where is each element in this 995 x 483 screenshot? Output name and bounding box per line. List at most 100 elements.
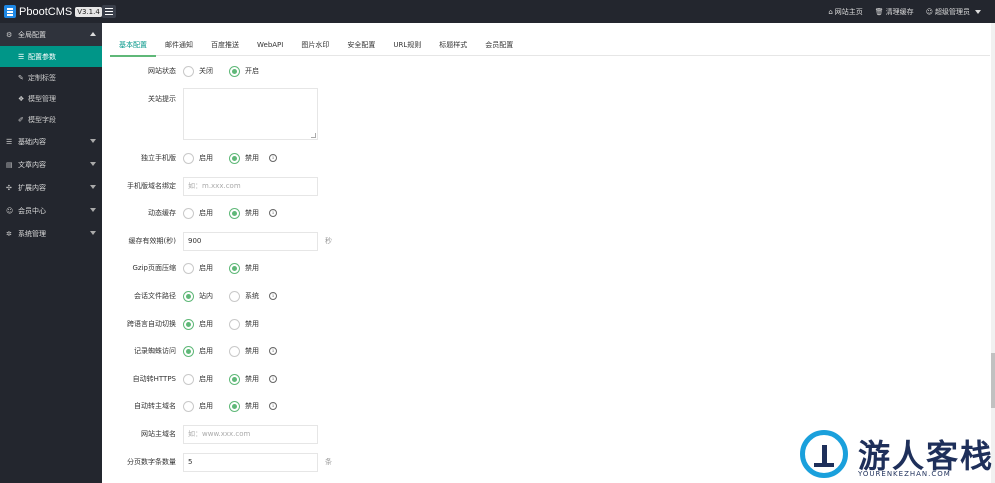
radio-circle-checked[interactable]	[183, 318, 194, 330]
user-menu[interactable]: ☺ 超级管理员	[926, 7, 981, 17]
sidebar-group-article-content[interactable]: ▤ 文章内容	[0, 153, 102, 176]
radio-circle[interactable]	[229, 290, 240, 302]
gear-icon: ⚙	[6, 30, 13, 39]
tab-image-watermark[interactable]: 图片水印	[292, 35, 338, 56]
radio-https-enable[interactable]: 启用	[183, 373, 213, 385]
form-row-auto-domain: 自动转主域名 启用 禁用 i	[110, 396, 810, 416]
top-links: ⌂ 网站主页 🗑 清理缓存 ☺ 超级管理员	[828, 0, 981, 23]
radio-circle[interactable]	[229, 345, 240, 357]
radio-label: 启用	[199, 320, 213, 328]
info-icon[interactable]: i	[269, 154, 277, 162]
tab-basic-config[interactable]: 基本配置	[110, 35, 156, 57]
radio-cache-enable[interactable]: 启用	[183, 207, 213, 219]
sidebar-item-label: 定制标签	[28, 73, 56, 82]
sidebar-group-member-center[interactable]: ☺ 会员中心	[0, 199, 102, 222]
radio-circle-checked[interactable]	[229, 207, 240, 219]
form-row-dynamic-cache: 动态缓存 启用 禁用 i	[110, 203, 810, 223]
sidebar-group-system-manage[interactable]: ✲ 系统管理	[0, 222, 102, 245]
home-link[interactable]: ⌂ 网站主页	[828, 7, 862, 17]
main-domain-input[interactable]: 如：www.xxx.com	[183, 424, 318, 444]
form-row-main-domain: 网站主域名 如：www.xxx.com	[110, 424, 810, 444]
sidebar-item-config-params[interactable]: ☰ 配置参数	[0, 46, 102, 67]
tab-baidu-push[interactable]: 百度推送	[202, 35, 248, 56]
radio-circle[interactable]	[183, 152, 194, 164]
menu-toggle-button[interactable]	[102, 5, 116, 18]
radio-circle[interactable]	[183, 262, 194, 274]
clear-cache-label: 清理缓存	[885, 7, 914, 16]
radio-site-open[interactable]: 开启	[229, 65, 259, 77]
cube-icon: ❖	[18, 94, 25, 103]
radio-lang-disable[interactable]: 禁用	[229, 318, 259, 330]
sidebar-group-label: 系统管理	[18, 229, 46, 238]
radio-circle[interactable]	[183, 373, 194, 385]
radio-spider-disable[interactable]: 禁用	[229, 345, 259, 357]
radio-circle[interactable]	[183, 207, 194, 219]
radio-https-disable[interactable]: 禁用	[229, 373, 259, 385]
radio-mobile-enable[interactable]: 启用	[183, 152, 213, 164]
page-scrollbar[interactable]	[991, 23, 995, 483]
form-row-page-count: 分页数字条数量 5 条	[110, 452, 810, 472]
tab-member-config[interactable]: 会员配置	[476, 35, 522, 56]
radio-gzip-disable[interactable]: 禁用	[229, 262, 259, 274]
mobile-domain-input[interactable]: 如：m.xxx.com	[183, 176, 318, 196]
radio-domain-disable[interactable]: 禁用	[229, 400, 259, 412]
tab-title-style[interactable]: 标题样式	[430, 35, 476, 56]
sidebar-item-model-manage[interactable]: ❖ 模型管理	[0, 88, 102, 109]
info-icon[interactable]: i	[269, 347, 277, 355]
radio-circle-checked[interactable]	[229, 152, 240, 164]
field-label: 网站状态	[148, 67, 176, 75]
field-label: 手机版域名绑定	[127, 182, 176, 190]
app-name: PbootCMS	[19, 5, 73, 18]
radio-circle-checked[interactable]	[229, 65, 240, 77]
radio-gzip-enable[interactable]: 启用	[183, 262, 213, 274]
radio-mobile-disable[interactable]: 禁用	[229, 152, 259, 164]
logo[interactable]: PbootCMS V3.1.4	[4, 4, 102, 19]
sidebar-item-model-fields[interactable]: ✐ 模型字段	[0, 109, 102, 130]
close-notice-textarea[interactable]	[183, 88, 318, 140]
clear-cache-link[interactable]: 🗑 清理缓存	[875, 7, 914, 17]
info-icon[interactable]: i	[269, 375, 277, 383]
scrollbar-thumb[interactable]	[991, 353, 995, 408]
info-icon[interactable]: i	[269, 209, 277, 217]
radio-domain-enable[interactable]: 启用	[183, 400, 213, 412]
radio-lang-enable[interactable]: 启用	[183, 318, 213, 330]
unit-label: 条	[325, 458, 332, 466]
radio-label: 启用	[199, 209, 213, 217]
radio-circle-checked[interactable]	[229, 400, 240, 412]
radio-circle-checked[interactable]	[183, 290, 194, 302]
member-icon: ☺	[6, 206, 14, 215]
radio-circle-checked[interactable]	[183, 345, 194, 357]
field-label: 网站主域名	[141, 430, 176, 438]
info-icon[interactable]: i	[269, 292, 277, 300]
sidebar-group-basic-content[interactable]: ☰ 基础内容	[0, 130, 102, 153]
radio-label: 启用	[199, 154, 213, 162]
sidebar-item-custom-tags[interactable]: ✎ 定制标签	[0, 67, 102, 88]
radio-path-site[interactable]: 站内	[183, 290, 213, 302]
radio-circle[interactable]	[183, 400, 194, 412]
cache-time-input[interactable]: 900	[183, 231, 318, 251]
radio-circle[interactable]	[183, 65, 194, 77]
sidebar-group-label: 全局配置	[18, 30, 46, 39]
tab-security-config[interactable]: 安全配置	[338, 35, 384, 56]
watermark: 游人客栈 YOURENKEZHAN.COM	[800, 430, 995, 483]
field-label: 跨语言自动切换	[127, 320, 176, 328]
radio-circle[interactable]	[229, 318, 240, 330]
tab-webapi[interactable]: WebAPI	[248, 35, 292, 56]
info-icon[interactable]: i	[269, 402, 277, 410]
chevron-down-icon	[90, 208, 96, 212]
radio-circle-checked[interactable]	[229, 262, 240, 274]
radio-circle-checked[interactable]	[229, 373, 240, 385]
sidebar-group-extended-content[interactable]: ✣ 扩展内容	[0, 176, 102, 199]
sidebar-group-global-config[interactable]: ⚙ 全局配置	[0, 23, 102, 46]
page-count-input[interactable]: 5	[183, 452, 318, 472]
radio-path-system[interactable]: 系统	[229, 290, 259, 302]
sidebar-item-label: 配置参数	[28, 52, 56, 61]
radio-spider-enable[interactable]: 启用	[183, 345, 213, 357]
tab-url-rules[interactable]: URL规则	[384, 35, 430, 56]
radio-cache-disable[interactable]: 禁用	[229, 207, 259, 219]
logo-icon	[4, 5, 16, 18]
radio-site-close[interactable]: 关闭	[183, 65, 213, 77]
tab-email-notify[interactable]: 邮件通知	[156, 35, 202, 56]
edit-icon: ✐	[18, 115, 24, 124]
field-label: 缓存有效期(秒)	[128, 237, 176, 245]
